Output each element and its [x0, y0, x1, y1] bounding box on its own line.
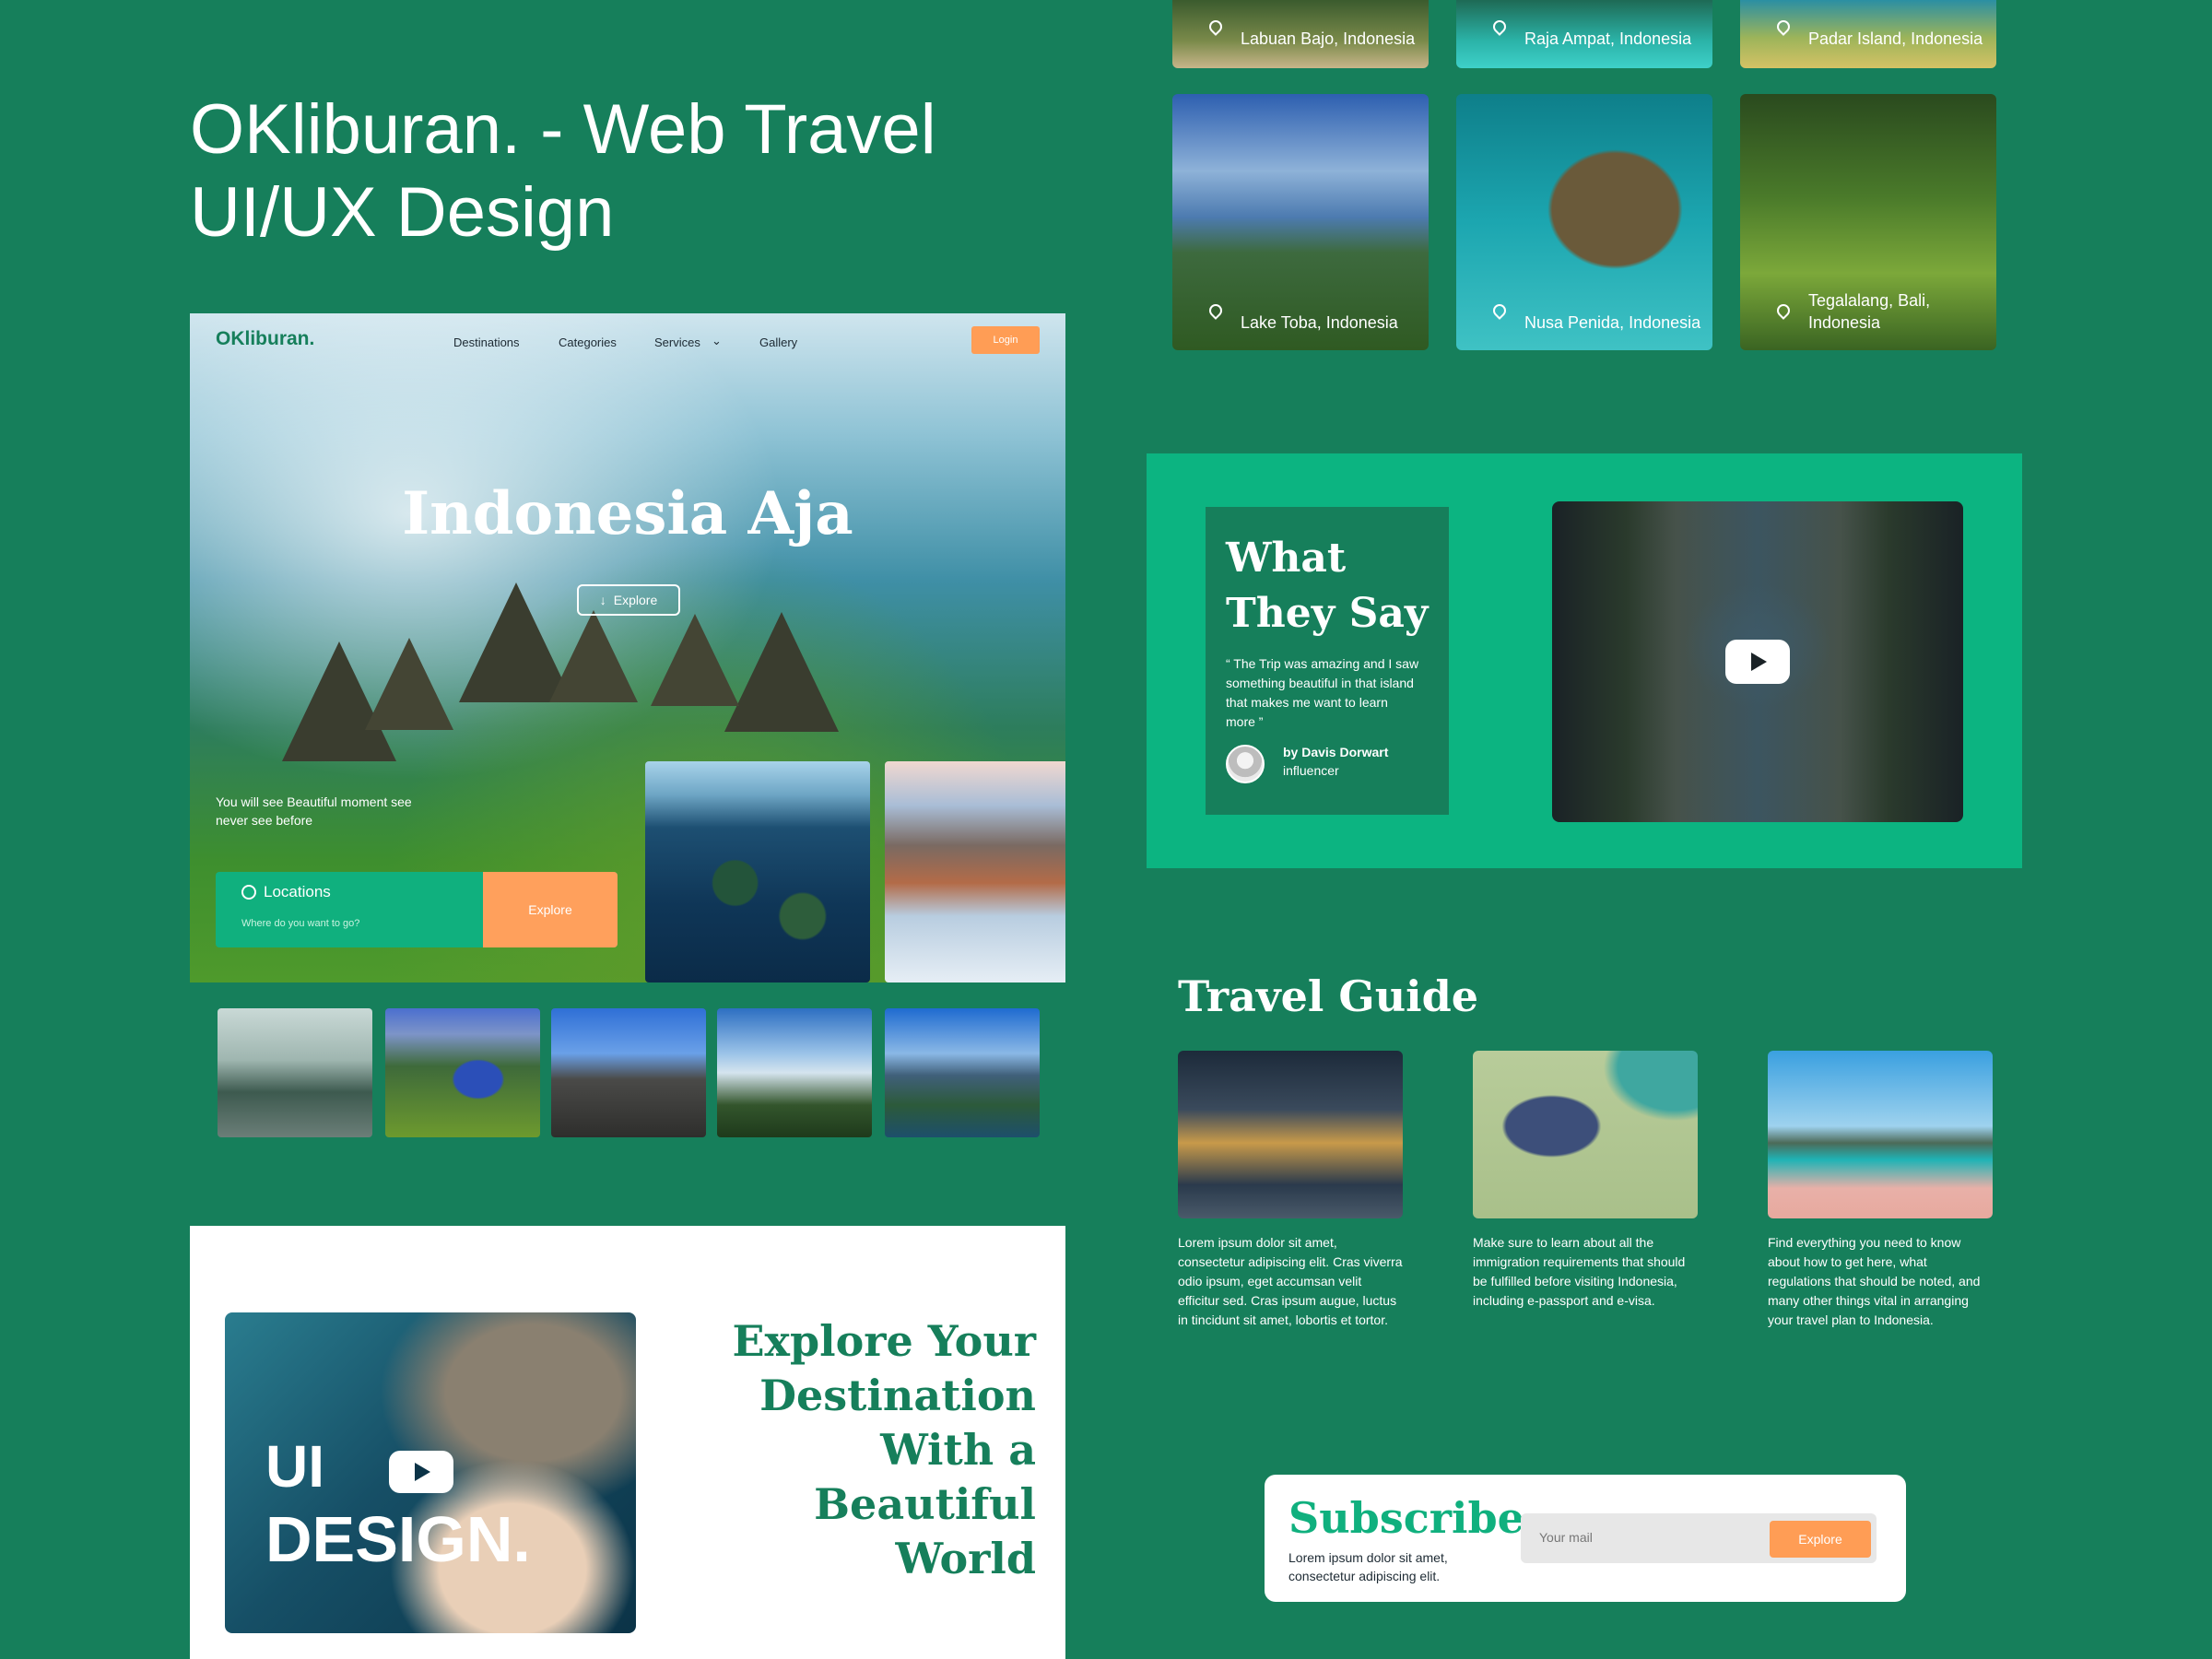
thumbnail-crater-lake[interactable]: [385, 1008, 540, 1137]
testimonial-title: What They Say: [1226, 535, 1429, 637]
location-pin-icon: [1206, 18, 1225, 36]
guide-text-3: Find everything you need to know about h…: [1768, 1235, 1981, 1327]
location-pin-icon: [1490, 18, 1509, 36]
promo-heading: Explore Your Destination With a Beautifu…: [732, 1316, 1036, 1583]
hut-illustration: [365, 638, 453, 730]
subscribe-text: Lorem ipsum dolor sit amet, consectetur …: [1288, 1550, 1448, 1583]
location-pin-icon: [1206, 301, 1225, 320]
testimonial-author: by Davis Dorwart: [1283, 745, 1389, 759]
location-label: Locations: [241, 883, 331, 901]
location-pin-icon: [1774, 301, 1793, 320]
thumbnail-temple[interactable]: [218, 1008, 372, 1137]
thumbnail-mountains[interactable]: [717, 1008, 872, 1137]
testimonial-section: What They Say “ The Trip was amazing and…: [1147, 453, 2022, 868]
location-label-text: Locations: [264, 883, 331, 900]
email-field[interactable]: [1539, 1530, 1742, 1545]
location-pin-icon: [1774, 18, 1793, 36]
destination-card-padar-island[interactable]: Padar Island, Indonesia: [1740, 0, 1996, 68]
destination-label: Labuan Bajo, Indonesia: [1241, 29, 1416, 48]
hero-tagline: You will see Beautiful moment see never …: [216, 794, 412, 828]
hut-illustration: [651, 614, 739, 706]
subscribe-box: Subscribe Lorem ipsum dolor sit amet, co…: [1265, 1475, 1906, 1602]
guide-image-beach[interactable]: [1768, 1051, 1993, 1218]
destination-card-nusa-penida[interactable]: Nusa Penida, Indonesia: [1456, 94, 1712, 350]
testimonial-video[interactable]: [1552, 501, 1963, 822]
promo-image: UI DESIGN.: [225, 1312, 636, 1633]
destination-card-tegalalang[interactable]: Tegalalang, Bali, Indonesia: [1740, 94, 1996, 350]
hero-photo-volcano: [885, 761, 1065, 982]
hero-headline: Indonesia Aja: [402, 479, 853, 548]
thumbnail-prambanan[interactable]: [551, 1008, 706, 1137]
destination-card-lake-toba[interactable]: Lake Toba, Indonesia: [1172, 94, 1429, 350]
thumbnail-coastal-city[interactable]: [885, 1008, 1040, 1137]
promo-image-text-design: DESIGN.: [265, 1503, 531, 1575]
destination-label: Tegalalang, Bali, Indonesia: [1808, 291, 1931, 332]
location-pin-icon: [1490, 301, 1509, 320]
location-search-box: Locations Explore: [216, 872, 618, 947]
subscribe-button[interactable]: Explore: [1770, 1521, 1871, 1558]
subscribe-field: Explore: [1521, 1513, 1877, 1563]
quote-card: What They Say “ The Trip was amazing and…: [1206, 507, 1449, 815]
hut-illustration: [724, 612, 839, 732]
guide-image-passport[interactable]: [1473, 1051, 1698, 1218]
destination-label: Nusa Penida, Indonesia: [1524, 313, 1701, 332]
page-title: OKliburan. - Web Travel UI/UX Design: [190, 90, 936, 252]
guide-text-1: Lorem ipsum dolor sit amet, consectetur …: [1178, 1235, 1403, 1327]
destination-card-labuan-bajo[interactable]: Labuan Bajo, Indonesia: [1172, 0, 1429, 68]
play-icon[interactable]: [389, 1451, 453, 1493]
hero-section: OKliburan. Destinations Categories Servi…: [190, 313, 1065, 982]
hero-photo-islands: [645, 761, 870, 982]
destination-label: Lake Toba, Indonesia: [1241, 313, 1398, 332]
search-explore-button[interactable]: Explore: [483, 872, 618, 947]
play-icon[interactable]: [1725, 640, 1790, 684]
location-search-input[interactable]: [241, 918, 463, 929]
nav-destinations[interactable]: Destinations: [453, 335, 520, 349]
destination-label: Padar Island, Indonesia: [1808, 29, 1983, 48]
site-logo[interactable]: OKliburan.: [216, 328, 314, 350]
testimonial-role: influencer: [1283, 763, 1339, 778]
promo-card: UI DESIGN. Explore Your Destination With…: [190, 1226, 1065, 1659]
nav-services[interactable]: Services: [654, 335, 700, 349]
hero-explore-button[interactable]: ↓ Explore: [577, 584, 680, 616]
promo-image-text-ui: UI: [265, 1433, 324, 1500]
destination-card-raja-ampat[interactable]: Raja Ampat, Indonesia: [1456, 0, 1712, 68]
arrow-down-icon: ↓: [599, 593, 606, 607]
hero-explore-label: Explore: [613, 593, 658, 607]
login-button[interactable]: Login: [971, 326, 1040, 354]
compass-icon: [241, 885, 256, 900]
guide-text-2: Make sure to learn about all the immigra…: [1473, 1235, 1686, 1308]
testimonial-quote: “ The Trip was amazing and I saw somethi…: [1226, 656, 1419, 729]
nav-categories[interactable]: Categories: [559, 335, 617, 349]
hut-illustration: [549, 610, 638, 702]
travel-guide-title: Travel Guide: [1178, 971, 1479, 1021]
avatar: [1226, 745, 1265, 783]
nav-gallery[interactable]: Gallery: [759, 335, 797, 349]
destination-label: Raja Ampat, Indonesia: [1524, 29, 1692, 48]
chevron-down-icon[interactable]: ⌄: [712, 334, 722, 348]
subscribe-title: Subscribe: [1288, 1493, 1524, 1543]
guide-image-airport[interactable]: [1178, 1051, 1403, 1218]
